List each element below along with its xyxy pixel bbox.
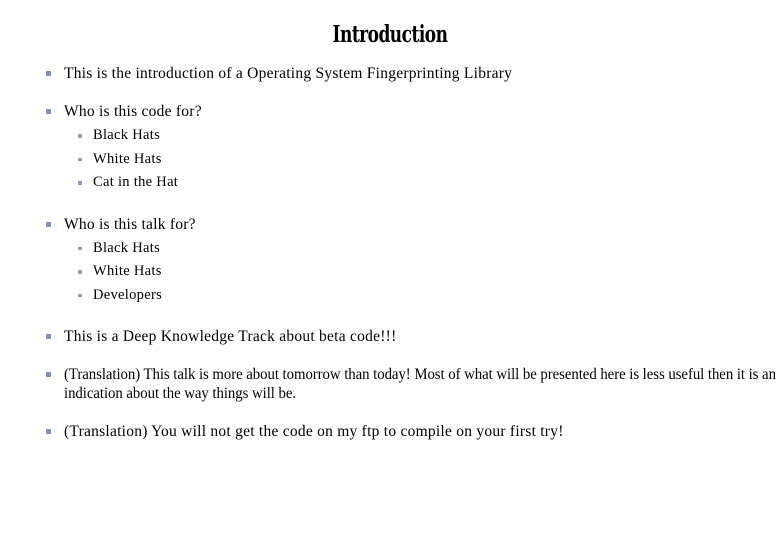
- sub-bullet-text: Developers: [93, 286, 163, 303]
- slide-body: This is the introduction of a Operating …: [0, 64, 780, 441]
- sub-bullet-text: White Hats: [93, 150, 162, 167]
- bullet-text: Who is this code for?: [64, 103, 202, 120]
- sub-bullet-item: Cat in the Hat: [64, 171, 780, 195]
- bullet-text: (Translation) You will not get the code …: [64, 423, 564, 440]
- bullet-item: This is a Deep Knowledge Track about bet…: [0, 327, 780, 346]
- square-bullet-icon: [46, 372, 51, 377]
- sub-bullet-item: White Hats: [64, 260, 780, 284]
- bullet-list-level1: This is the introduction of a Operating …: [0, 64, 780, 441]
- sub-bullet-text: Black Hats: [93, 239, 161, 256]
- bullet-text: Who is this talk for?: [64, 215, 196, 233]
- bullet-text: This is a Deep Knowledge Track about bet…: [64, 328, 397, 345]
- sub-bullet-text: Cat in the Hat: [93, 174, 179, 190]
- square-bullet-icon: [46, 109, 51, 114]
- square-bullet-icon: [46, 429, 51, 434]
- sub-bullet-text: Black Hats: [93, 127, 161, 143]
- square-subbullet-icon: [78, 134, 82, 138]
- sub-bullet-item: Developers: [64, 284, 780, 308]
- sub-bullet-item: Black Hats: [64, 237, 780, 261]
- slide-title: Introduction: [332, 21, 448, 48]
- square-bullet-icon: [46, 71, 51, 76]
- bullet-text: This is the introduction of a Operating …: [64, 65, 513, 82]
- bullet-item: This is the introduction of a Operating …: [0, 64, 780, 83]
- bullet-list-level2: Black Hats White Hats Developers: [64, 237, 780, 308]
- bullet-list-level2: Black Hats White Hats Cat in the Hat: [64, 124, 780, 195]
- presentation-slide: Introduction This is the introduction of…: [0, 0, 780, 540]
- square-bullet-icon: [46, 334, 51, 339]
- square-subbullet-icon: [78, 181, 82, 185]
- bullet-item: (Translation) This talk is more about to…: [0, 365, 780, 403]
- bullet-text: (Translation) This talk is more about to…: [64, 366, 776, 402]
- bullet-item: Who is this code for? Black Hats White H…: [0, 102, 780, 195]
- square-subbullet-icon: [78, 270, 82, 274]
- bullet-item: (Translation) You will not get the code …: [0, 422, 780, 441]
- sub-bullet-item: White Hats: [64, 148, 780, 172]
- square-bullet-icon: [46, 221, 51, 227]
- square-subbullet-icon: [78, 293, 82, 297]
- square-subbullet-icon: [78, 246, 82, 250]
- bullet-item: Who is this talk for? Black Hats White H…: [0, 215, 780, 308]
- sub-bullet-item: Black Hats: [64, 124, 780, 148]
- sub-bullet-text: White Hats: [93, 263, 162, 279]
- square-subbullet-icon: [78, 157, 82, 161]
